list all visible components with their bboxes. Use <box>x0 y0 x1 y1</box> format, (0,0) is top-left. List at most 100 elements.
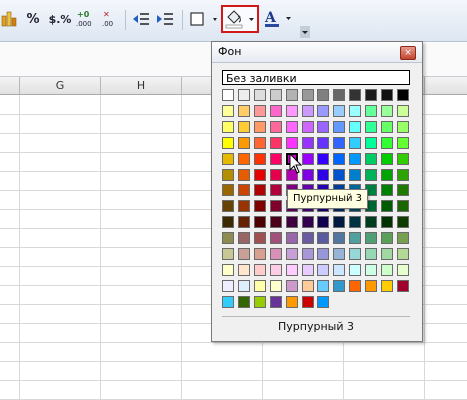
color-swatch[interactable] <box>270 280 282 292</box>
color-swatch[interactable] <box>397 232 409 244</box>
color-swatch[interactable] <box>365 216 377 228</box>
color-swatch[interactable] <box>270 264 282 276</box>
color-swatch[interactable] <box>333 137 345 149</box>
color-swatch[interactable] <box>317 121 329 133</box>
color-swatch[interactable] <box>349 264 361 276</box>
color-swatch[interactable] <box>254 280 266 292</box>
color-swatch[interactable] <box>286 89 298 101</box>
color-swatch[interactable] <box>254 137 266 149</box>
color-swatch[interactable] <box>270 153 282 165</box>
color-swatch[interactable] <box>286 232 298 244</box>
color-swatch[interactable] <box>286 121 298 133</box>
color-swatch[interactable] <box>397 248 409 260</box>
color-swatch[interactable] <box>365 248 377 260</box>
color-swatch[interactable] <box>365 280 377 292</box>
color-swatch[interactable] <box>222 89 234 101</box>
color-swatch[interactable] <box>381 232 393 244</box>
chart-icon[interactable] <box>0 7 18 31</box>
color-swatch[interactable] <box>238 232 250 244</box>
color-swatch[interactable] <box>238 137 250 149</box>
color-swatch[interactable] <box>302 121 314 133</box>
color-swatch[interactable] <box>222 232 234 244</box>
color-swatch[interactable] <box>349 105 361 117</box>
color-swatch[interactable] <box>317 89 329 101</box>
color-swatch[interactable] <box>333 121 345 133</box>
color-swatch[interactable] <box>349 280 361 292</box>
percent-format-button[interactable]: % <box>22 7 44 31</box>
color-swatch[interactable] <box>333 232 345 244</box>
color-swatch[interactable] <box>270 121 282 133</box>
color-swatch[interactable] <box>222 296 234 308</box>
color-swatch[interactable] <box>238 169 250 181</box>
color-swatch[interactable] <box>317 153 329 165</box>
color-swatch[interactable] <box>397 280 409 292</box>
color-swatch[interactable] <box>333 248 345 260</box>
color-swatch[interactable] <box>270 184 282 196</box>
color-swatch[interactable] <box>349 232 361 244</box>
color-swatch[interactable] <box>397 216 409 228</box>
color-swatch[interactable] <box>397 184 409 196</box>
color-swatch[interactable] <box>270 137 282 149</box>
color-swatch[interactable] <box>254 169 266 181</box>
color-swatch[interactable] <box>238 153 250 165</box>
color-swatch[interactable] <box>254 89 266 101</box>
color-swatch[interactable] <box>302 105 314 117</box>
toolbar-overflow-button[interactable] <box>300 26 310 38</box>
color-swatch[interactable] <box>365 153 377 165</box>
color-swatch[interactable] <box>254 232 266 244</box>
color-swatch[interactable] <box>270 89 282 101</box>
color-swatch[interactable] <box>317 169 329 181</box>
color-swatch[interactable] <box>270 248 282 260</box>
color-swatch[interactable] <box>349 216 361 228</box>
color-swatch[interactable] <box>238 248 250 260</box>
color-swatch[interactable] <box>381 89 393 101</box>
color-swatch[interactable] <box>317 264 329 276</box>
color-swatch[interactable] <box>317 216 329 228</box>
color-swatch[interactable] <box>270 200 282 212</box>
color-swatch[interactable] <box>381 121 393 133</box>
color-swatch[interactable] <box>365 89 377 101</box>
color-swatch[interactable] <box>381 153 393 165</box>
color-swatch[interactable] <box>381 200 393 212</box>
color-swatch[interactable] <box>365 105 377 117</box>
color-swatch[interactable] <box>397 264 409 276</box>
color-swatch[interactable] <box>302 296 314 308</box>
color-swatch[interactable] <box>270 216 282 228</box>
background-color-button[interactable] <box>221 5 259 33</box>
color-swatch[interactable] <box>349 153 361 165</box>
decrease-indent-button[interactable] <box>130 7 152 31</box>
color-swatch[interactable] <box>381 280 393 292</box>
color-swatch[interactable] <box>222 184 234 196</box>
color-swatch[interactable] <box>286 216 298 228</box>
color-swatch[interactable] <box>381 248 393 260</box>
color-swatch[interactable] <box>365 264 377 276</box>
column-header-h[interactable]: H <box>101 77 182 95</box>
currency-format-button[interactable]: $.% <box>48 7 72 31</box>
color-swatch[interactable] <box>222 121 234 133</box>
color-swatch[interactable] <box>381 264 393 276</box>
color-swatch[interactable] <box>238 184 250 196</box>
color-swatch[interactable] <box>397 121 409 133</box>
color-swatch[interactable] <box>365 169 377 181</box>
color-swatch[interactable] <box>254 264 266 276</box>
popup-titlebar[interactable]: Фон × <box>212 42 422 63</box>
color-swatch[interactable] <box>286 137 298 149</box>
color-swatch[interactable] <box>397 153 409 165</box>
color-swatch[interactable] <box>286 248 298 260</box>
color-swatch[interactable] <box>254 296 266 308</box>
color-swatch[interactable] <box>302 280 314 292</box>
remove-decimal-button[interactable]: ✕ .00 <box>98 7 120 31</box>
color-swatch[interactable] <box>381 216 393 228</box>
color-swatch[interactable] <box>317 296 329 308</box>
increase-indent-button[interactable] <box>154 7 176 31</box>
color-swatch[interactable] <box>254 153 266 165</box>
font-color-button[interactable]: A <box>262 7 294 31</box>
color-swatch[interactable] <box>238 200 250 212</box>
column-header-g[interactable]: G <box>20 77 101 95</box>
color-swatch[interactable] <box>302 137 314 149</box>
no-fill-option[interactable]: Без заливки <box>222 70 410 85</box>
color-swatch[interactable] <box>397 169 409 181</box>
color-swatch[interactable] <box>333 105 345 117</box>
color-swatch[interactable] <box>333 153 345 165</box>
color-swatch[interactable] <box>317 280 329 292</box>
